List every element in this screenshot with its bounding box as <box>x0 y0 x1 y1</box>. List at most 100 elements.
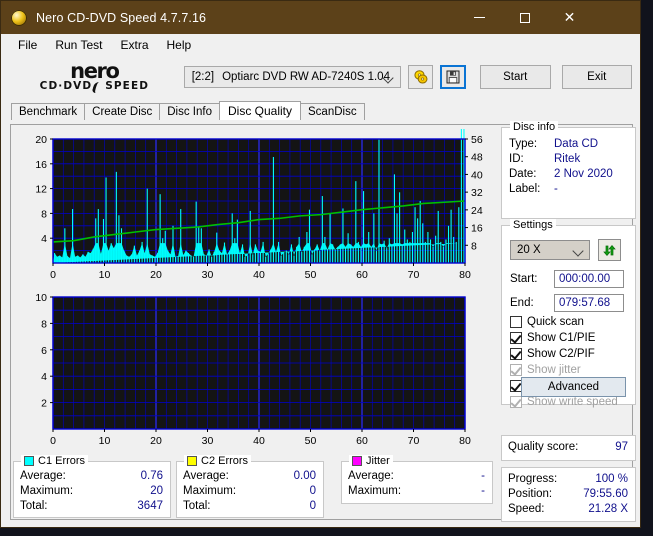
svg-text:56: 56 <box>471 134 483 146</box>
c1-errors-title: C1 Errors <box>21 455 89 467</box>
jitter-stats-group: Jitter Average: - Maximum: - <box>341 455 493 504</box>
drive-select[interactable]: [2:2] Optiarc DVD RW AD-7240S 1.04 <box>183 66 401 88</box>
logo-speed-text: SPEED <box>105 80 150 92</box>
disc-type-label: Type: <box>509 138 538 150</box>
c1-average-row: Average: 0.76 <box>20 470 163 482</box>
svg-text:0: 0 <box>50 269 56 281</box>
svg-text:10: 10 <box>35 292 47 304</box>
jitter-title: Jitter <box>349 455 393 467</box>
disc-speed-button[interactable] <box>407 65 434 89</box>
disc-date-value: 2 Nov 2020 <box>554 168 613 180</box>
tab-disc-info[interactable]: Disc Info <box>159 103 220 120</box>
jitter-maximum-label: Maximum: <box>348 485 402 497</box>
check-icon <box>510 396 522 408</box>
c2-total-value: 0 <box>309 500 316 512</box>
minimize-button[interactable] <box>457 1 502 34</box>
jitter-maximum-row: Maximum: - <box>348 485 485 497</box>
jitter-title-text: Jitter <box>366 455 390 467</box>
svg-text:30: 30 <box>202 269 214 281</box>
svg-text:24: 24 <box>471 205 483 217</box>
svg-text:8: 8 <box>471 240 477 252</box>
maximize-icon <box>519 12 530 23</box>
checkbox-box <box>510 396 522 408</box>
c2-color-swatch <box>187 456 197 466</box>
c2-total-label: Total: <box>183 500 211 512</box>
svg-text:20: 20 <box>150 435 162 447</box>
disc-speed-icon <box>414 70 428 84</box>
refresh-recycle-icon <box>603 244 616 256</box>
tab-disc-quality[interactable]: Disc Quality <box>219 101 302 120</box>
logo-slash-icon <box>91 82 106 93</box>
checkbox-label: Show C2/PIF <box>527 348 595 360</box>
checkbox-show-c2-pif[interactable]: Show C2/PIF <box>510 348 595 360</box>
logo-nero-text: nero <box>70 59 120 83</box>
nero-disc-icon <box>11 9 27 26</box>
menu-extra[interactable]: Extra <box>111 36 157 54</box>
svg-text:8: 8 <box>41 318 47 330</box>
svg-text:40: 40 <box>471 169 483 181</box>
menu-bar: File Run Test Extra Help <box>1 34 640 56</box>
start-label: Start: <box>510 273 538 285</box>
c1-errors-stats-group: C1 Errors Average: 0.76 Maximum: 20 Tota… <box>13 455 171 518</box>
c1-total-value: 3647 <box>137 500 163 512</box>
start-input[interactable]: 000:00.00 <box>554 270 624 288</box>
tab-create-disc[interactable]: Create Disc <box>84 103 161 120</box>
c1-average-label: Average: <box>20 470 66 482</box>
disc-id-label: ID: <box>509 153 524 165</box>
c1-errors-chart: 4812162081624324048560 10 20 30 40 50 60 70 80 <box>35 129 483 281</box>
app-window: Nero CD-DVD Speed 4.7.7.16 ✕ File Run Te… <box>0 0 641 528</box>
checkbox-label: Show jitter <box>527 364 581 376</box>
svg-text:60: 60 <box>356 435 368 447</box>
svg-text:20: 20 <box>150 269 162 281</box>
svg-text:60: 60 <box>356 269 368 281</box>
end-label: End: <box>510 297 534 309</box>
svg-text:10: 10 <box>99 269 111 281</box>
disc-label-label: Label: <box>509 183 541 195</box>
c1-color-swatch <box>24 456 34 466</box>
svg-text:6: 6 <box>41 345 47 357</box>
disc-type-value: Data CD <box>554 138 599 150</box>
disc-label-value: - <box>554 183 558 195</box>
title-bar: Nero CD-DVD Speed 4.7.7.16 ✕ <box>1 1 640 34</box>
svg-text:30: 30 <box>202 435 214 447</box>
c2-average-row: Average: 0.00 <box>183 470 316 482</box>
check-icon <box>510 348 522 360</box>
disc-info-title: Disc info <box>510 121 559 133</box>
jitter-average-value: - <box>481 470 485 482</box>
tab-scandisc[interactable]: ScanDisc <box>300 103 365 120</box>
disc-info-row-type: Type: Data CD <box>509 137 630 152</box>
c2-maximum-row: Maximum: 0 <box>183 485 316 497</box>
c1-maximum-row: Maximum: 20 <box>20 485 163 497</box>
svg-text:0: 0 <box>50 435 56 447</box>
end-input[interactable]: 079:57.68 <box>554 294 624 312</box>
checkbox-quick-scan[interactable]: Quick scan <box>510 316 584 328</box>
checkbox-box <box>510 332 522 344</box>
menu-file[interactable]: File <box>9 36 46 54</box>
c2-errors-title-text: C2 Errors <box>201 455 249 467</box>
svg-text:4: 4 <box>41 371 47 383</box>
close-button[interactable]: ✕ <box>547 1 592 34</box>
menu-help[interactable]: Help <box>158 36 201 54</box>
tab-benchmark[interactable]: Benchmark <box>11 103 86 120</box>
c1-maximum-value: 20 <box>150 485 163 497</box>
advanced-button[interactable]: Advanced <box>521 377 626 397</box>
checkbox-show-c1-pie[interactable]: Show C1/PIE <box>510 332 595 344</box>
save-floppy-icon <box>446 70 460 84</box>
start-field-row: Start: 000:00.00 <box>510 270 630 288</box>
c2-average-value: 0.00 <box>293 470 316 482</box>
refresh-button[interactable] <box>598 239 621 261</box>
jitter-color-swatch <box>352 456 362 466</box>
start-button[interactable]: Start <box>480 65 551 89</box>
save-button[interactable] <box>440 65 466 89</box>
drive-name-label: Optiarc DVD RW AD-7240S 1.04 <box>222 71 390 83</box>
disc-info-group: Disc info Type: Data CD ID: Ritek Date: … <box>501 121 636 219</box>
speed-select-value: 20 X <box>517 244 541 256</box>
window-title: Nero CD-DVD Speed 4.7.7.16 <box>36 10 207 25</box>
svg-text:8: 8 <box>41 208 47 220</box>
maximize-button[interactable] <box>502 1 547 34</box>
menu-run-test[interactable]: Run Test <box>46 36 111 54</box>
checkbox-show-write-speed: Show write speed <box>510 396 618 408</box>
tab-strip: Benchmark Create Disc Disc Info Disc Qua… <box>11 101 640 120</box>
speed-select[interactable]: 20 X <box>510 240 590 260</box>
exit-button[interactable]: Exit <box>561 65 632 89</box>
